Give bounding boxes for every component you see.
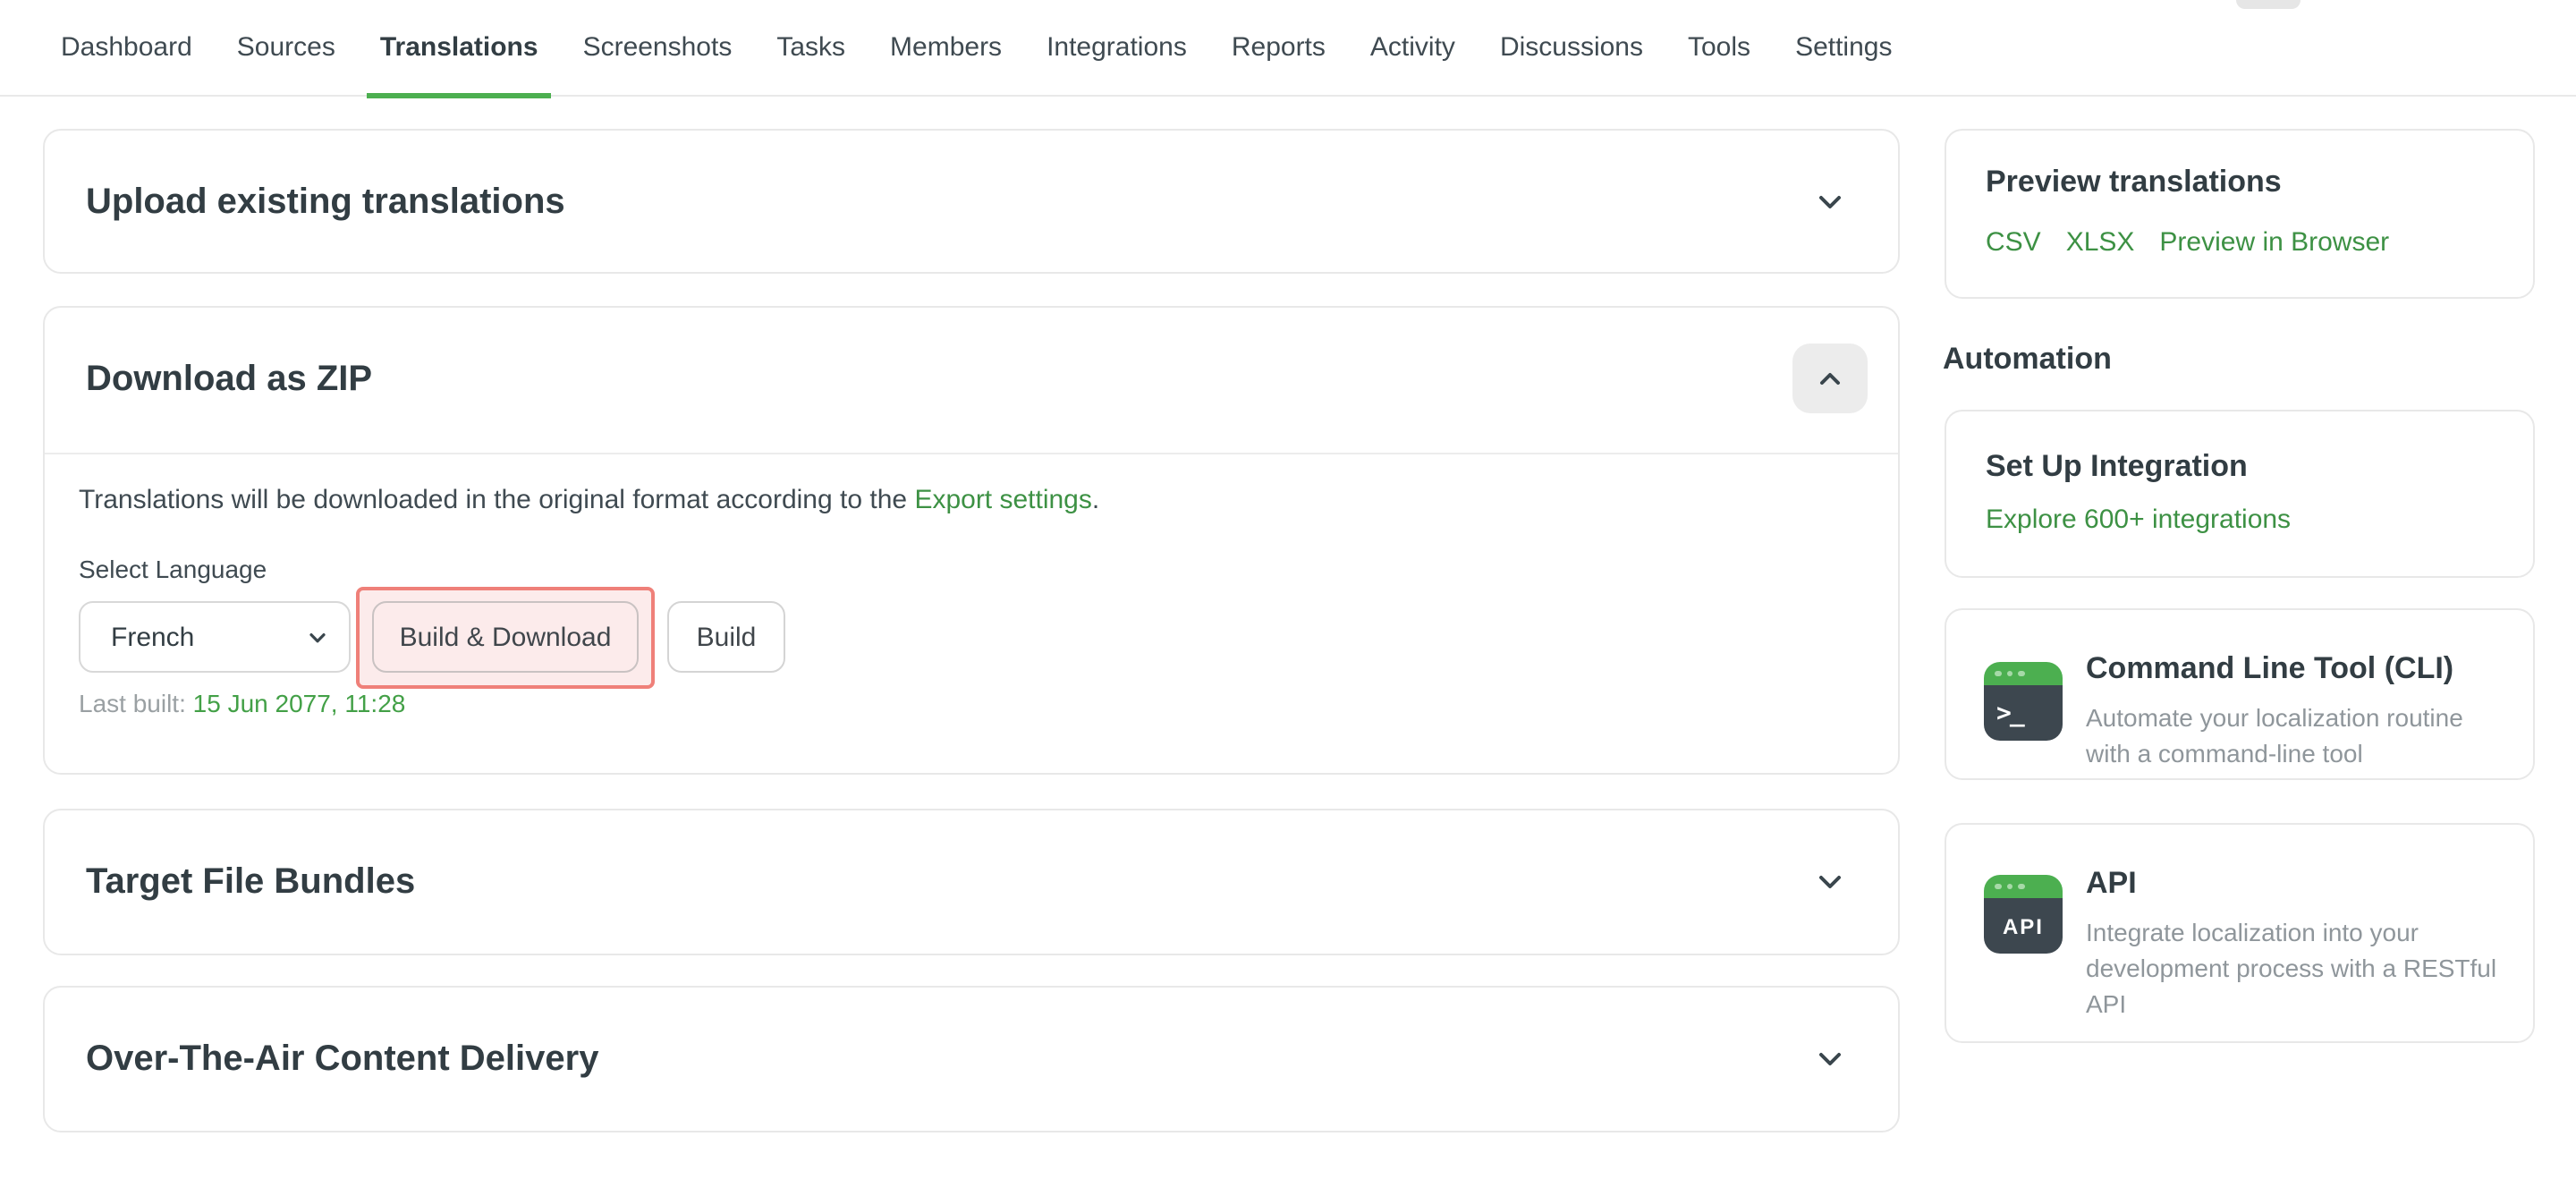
- download-description: Translations will be downloaded in the o…: [79, 485, 1099, 515]
- terminal-icon: >_: [1984, 662, 2063, 741]
- panel-ota-content-delivery: Over-The-Air Content Delivery: [43, 986, 1900, 1132]
- panel-title: Target File Bundles: [86, 861, 415, 903]
- chevron-up-icon: [1818, 366, 1843, 391]
- export-settings-link[interactable]: Export settings: [914, 485, 1091, 515]
- panel-upload-existing-translations: Upload existing translations: [43, 129, 1900, 274]
- terminal-prompt-glyph: >_: [1984, 699, 2023, 727]
- cli-description: Automate your localization routine with …: [2086, 700, 2504, 771]
- set-up-integration-title: Set Up Integration: [1986, 449, 2248, 485]
- api-description: Integrate localization into your develop…: [2086, 914, 2504, 1022]
- nav-tab-reports[interactable]: Reports: [1232, 0, 1326, 96]
- cli-title: Command Line Tool (CLI): [2086, 649, 2504, 689]
- panel-cli-tool[interactable]: >_ Command Line Tool (CLI) Automate your…: [1945, 608, 2535, 780]
- panel-title: Over-The-Air Content Delivery: [86, 1039, 598, 1080]
- project-nav: Dashboard Sources Translations Screensho…: [0, 0, 2576, 97]
- api-icon-glyph: API: [1984, 913, 2063, 938]
- chevron-down-icon: [1816, 868, 1844, 896]
- chevron-down-icon: [308, 627, 327, 647]
- csv-link[interactable]: CSV: [1986, 227, 2041, 258]
- panel-title: Upload existing translations: [86, 182, 565, 223]
- explore-integrations-link[interactable]: Explore 600+ integrations: [1986, 505, 2291, 535]
- last-built-status: Last built: 15 Jun 2077, 11:28: [79, 689, 405, 717]
- nav-tab-discussions[interactable]: Discussions: [1500, 0, 1643, 96]
- automation-heading: Automation: [1943, 342, 2112, 377]
- chevron-down-icon: [1816, 188, 1844, 216]
- last-built-label: Last built:: [79, 689, 186, 717]
- nav-tab-sources[interactable]: Sources: [237, 0, 335, 96]
- xlsx-link[interactable]: XLSX: [2066, 227, 2135, 258]
- nav-tab-tasks[interactable]: Tasks: [776, 0, 845, 96]
- panel-target-file-bundles: Target File Bundles: [43, 809, 1900, 955]
- panel-api[interactable]: API API Integrate localization into your…: [1945, 823, 2535, 1043]
- nav-tab-members[interactable]: Members: [890, 0, 1002, 96]
- panel-download-as-zip: Download as ZIP Translations will be dow…: [43, 306, 1900, 775]
- api-title: API: [2086, 864, 2504, 903]
- description-period: .: [1092, 485, 1099, 515]
- panel-title: Download as ZIP: [86, 359, 372, 400]
- header-divider: [45, 453, 1898, 454]
- chevron-down-icon: [1816, 1045, 1844, 1073]
- nav-tab-dashboard[interactable]: Dashboard: [61, 0, 192, 96]
- build-button[interactable]: Build: [667, 601, 785, 673]
- nav-tab-settings[interactable]: Settings: [1795, 0, 1892, 96]
- nav-tab-activity[interactable]: Activity: [1370, 0, 1455, 96]
- api-icon: API: [1984, 875, 2063, 954]
- nav-tab-tools[interactable]: Tools: [1688, 0, 1750, 96]
- preview-in-browser-link[interactable]: Preview in Browser: [2159, 227, 2389, 258]
- accordion-header-bundles[interactable]: Target File Bundles: [45, 810, 1898, 954]
- selected-language: French: [111, 622, 194, 652]
- panel-set-up-integration: Set Up Integration Explore 600+ integrat…: [1945, 410, 2535, 578]
- accordion-header-upload[interactable]: Upload existing translations: [45, 131, 1898, 274]
- red-highlight-annotation: Build & Download: [356, 587, 655, 689]
- page: Dashboard Sources Translations Screensho…: [0, 0, 2576, 1179]
- language-select[interactable]: French: [79, 601, 351, 673]
- description-text: Translations will be downloaded in the o…: [79, 485, 914, 515]
- nav-tab-integrations[interactable]: Integrations: [1046, 0, 1187, 96]
- panel-preview-translations: Preview translations CSV XLSX Preview in…: [1945, 129, 2535, 299]
- accordion-header-ota[interactable]: Over-The-Air Content Delivery: [45, 988, 1898, 1131]
- nav-tab-translations[interactable]: Translations: [380, 0, 538, 96]
- select-language-label: Select Language: [79, 555, 267, 583]
- collapse-button[interactable]: [1792, 344, 1868, 413]
- preview-translations-title: Preview translations: [1986, 165, 2282, 200]
- accordion-header-download: Download as ZIP: [45, 308, 1898, 451]
- build-and-download-button[interactable]: Build & Download: [372, 601, 639, 673]
- last-built-date: 15 Jun 2077, 11:28: [193, 689, 406, 717]
- nav-tab-screenshots[interactable]: Screenshots: [583, 0, 733, 96]
- preview-links: CSV XLSX Preview in Browser: [1986, 227, 2389, 258]
